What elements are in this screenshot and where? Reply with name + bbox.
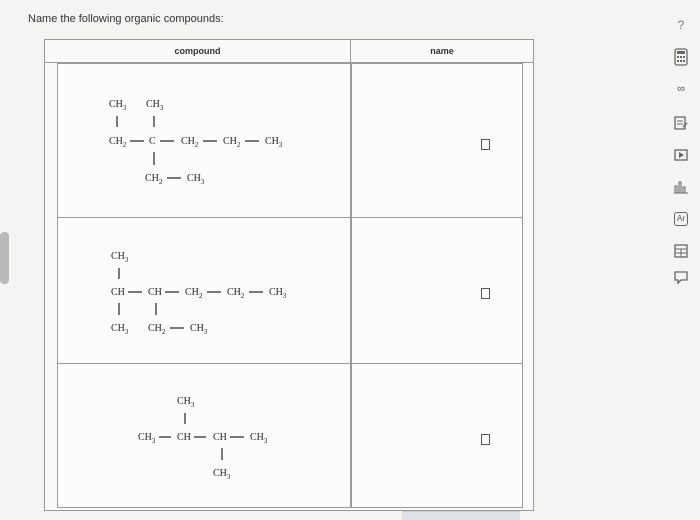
atom-label: CH	[111, 287, 125, 298]
name-cell-2	[351, 217, 523, 364]
atom-label: CH3	[109, 99, 127, 112]
atom-label: CH2	[145, 173, 163, 186]
answer-input-2[interactable]	[481, 288, 490, 299]
atom-label: C	[149, 136, 156, 147]
atom-label: CH3	[177, 396, 195, 409]
atom-label: CH3	[250, 432, 268, 445]
grid-calc-icon[interactable]	[672, 242, 690, 260]
structure-3: CH3 CH3 CH CH CH3 CH3	[138, 396, 268, 481]
atom-label: CH2	[181, 136, 199, 149]
message-icon[interactable]	[672, 268, 690, 286]
answer-input-3[interactable]	[481, 434, 490, 445]
atom-label: CH3	[190, 323, 208, 336]
name-cell-1	[351, 63, 523, 218]
compound-table: compound name CH3 CH3 CH2 C CH2 CH2 CH3 …	[44, 39, 534, 511]
name-cell-3	[351, 363, 523, 508]
atom-label: CH2	[223, 136, 241, 149]
infinity-icon[interactable]: ∞	[672, 80, 690, 98]
compound-cell-3: CH3 CH3 CH CH CH3 CH3	[57, 363, 351, 508]
atom-label: CH	[213, 432, 227, 443]
atom-label: CH3	[146, 99, 164, 112]
header-compound: compound	[45, 40, 351, 63]
structure-1: CH3 CH3 CH2 C CH2 CH2 CH3 CH2 CH3	[109, 99, 283, 186]
atom-label: CH3	[187, 173, 205, 186]
header-name: name	[351, 40, 533, 63]
video-icon[interactable]	[672, 146, 690, 164]
atom-label: CH3	[269, 287, 287, 300]
atom-label: CH2	[227, 287, 245, 300]
atom-label: CH3	[111, 323, 129, 336]
atom-label: CH3	[111, 251, 129, 264]
compound-cell-2: CH3 CH CH CH2 CH2 CH3 CH3 CH2 CH3	[57, 217, 351, 364]
help-icon[interactable]: ?	[670, 14, 692, 36]
periodic-table-icon[interactable]: Ar	[672, 210, 690, 228]
atom-label: CH2	[148, 323, 166, 336]
notes-icon[interactable]	[672, 114, 690, 132]
atom-label: CH3	[138, 432, 156, 445]
calculator-icon[interactable]	[672, 48, 690, 66]
structure-2: CH3 CH CH CH2 CH2 CH3 CH3 CH2 CH3	[111, 251, 287, 336]
scroll-handle[interactable]	[0, 232, 9, 284]
compound-cell-1: CH3 CH3 CH2 C CH2 CH2 CH3 CH2 CH3	[57, 63, 351, 218]
atom-label: CH	[177, 432, 191, 443]
atom-label: CH3	[213, 468, 231, 481]
atom-label: CH2	[109, 136, 127, 149]
atom-label: CH2	[185, 287, 203, 300]
atom-label: CH	[148, 287, 162, 298]
chart-icon[interactable]	[672, 178, 690, 196]
atom-label: CH3	[265, 136, 283, 149]
prompt-text: Name the following organic compounds:	[28, 13, 224, 25]
answer-input-1[interactable]	[481, 139, 490, 150]
